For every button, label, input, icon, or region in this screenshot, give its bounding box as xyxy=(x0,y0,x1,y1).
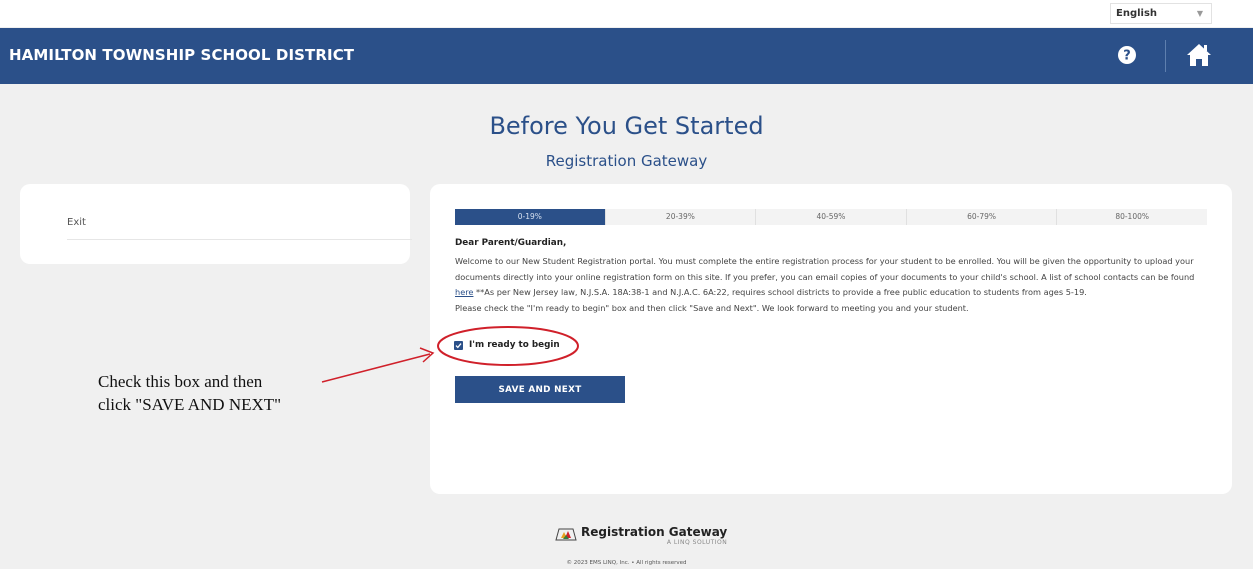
language-select-value: English xyxy=(1116,8,1158,19)
intro-text-law: **As per New Jersey law, N.J.S.A. 18A:38… xyxy=(473,287,1087,297)
exit-link[interactable]: Exit xyxy=(67,217,86,228)
intro-text: Welcome to our New Student Registration … xyxy=(455,256,1195,282)
page-subtitle: Registration Gateway xyxy=(545,152,708,170)
ready-checkbox[interactable] xyxy=(454,340,463,350)
svg-text:?: ? xyxy=(1123,49,1131,64)
instructions-text: Please check the "I'm ready to begin" bo… xyxy=(455,303,969,313)
top-strip: English ▼ xyxy=(0,0,1253,27)
greeting: Dear Parent/Guardian, xyxy=(455,238,567,248)
question-circle-icon[interactable]: ? xyxy=(1115,43,1139,67)
language-select[interactable]: English ▼ xyxy=(1110,3,1212,24)
registration-gateway-logo-icon xyxy=(555,528,577,541)
ready-checkbox-row[interactable]: I'm ready to begin xyxy=(454,338,560,352)
header-bar: HAMILTON TOWNSHIP SCHOOL DISTRICT ? xyxy=(0,28,1253,84)
sidebar-divider xyxy=(67,239,412,240)
progress-segment: 0-19% xyxy=(455,209,605,225)
footer-logo: Registration Gateway A LINQ SOLUTION xyxy=(555,525,727,547)
progress-segment: 60-79% xyxy=(905,209,1057,225)
sidebar-card: Exit xyxy=(20,184,412,264)
annotation-callout: Check this box and then click "SAVE AND … xyxy=(98,370,358,416)
copyright: © 2023 EMS LINQ, Inc. • All rights reser… xyxy=(566,560,687,566)
annotation-line-2: click "SAVE AND NEXT" xyxy=(98,395,282,414)
page-title: Before You Get Started xyxy=(489,112,764,140)
ready-checkbox-label[interactable]: I'm ready to begin xyxy=(469,340,560,350)
chevron-down-icon: ▼ xyxy=(1196,9,1203,18)
intro-paragraph: Welcome to our New Student Registration … xyxy=(455,254,1215,301)
checkmark-icon xyxy=(455,342,462,348)
progress-segment: 40-59% xyxy=(755,209,906,225)
progress-bar: 0-19% 20-39% 40-59% 60-79% 80-100% xyxy=(455,209,1207,225)
main-card: 0-19% 20-39% 40-59% 60-79% 80-100% Dear … xyxy=(430,184,1232,494)
footer-tagline: A LINQ SOLUTION xyxy=(666,539,728,546)
district-title: HAMILTON TOWNSHIP SCHOOL DISTRICT xyxy=(9,46,355,64)
footer-brand: Registration Gateway xyxy=(581,525,728,539)
home-icon[interactable] xyxy=(1185,42,1213,68)
annotation-line-1: Check this box and then xyxy=(98,372,263,391)
progress-segment: 20-39% xyxy=(604,209,756,225)
school-contacts-link[interactable]: here xyxy=(455,287,473,297)
progress-segment: 80-100% xyxy=(1056,209,1207,225)
save-and-next-button[interactable]: SAVE AND NEXT xyxy=(455,376,625,403)
header-divider xyxy=(1165,40,1166,72)
